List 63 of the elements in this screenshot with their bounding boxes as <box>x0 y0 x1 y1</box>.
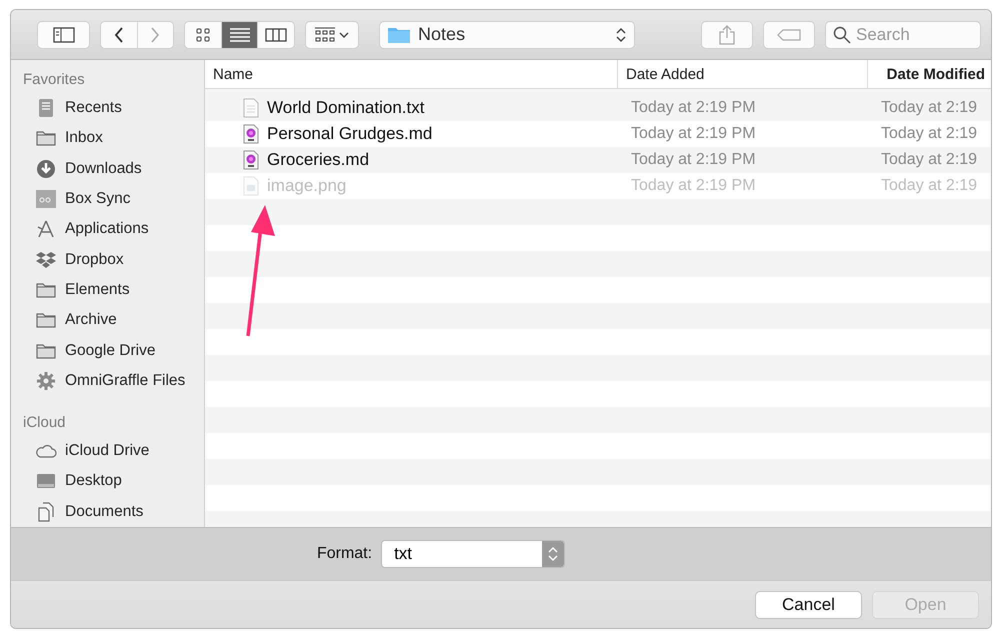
column-header[interactable]: Date Added <box>618 60 868 88</box>
sidebar-item[interactable]: Dropbox <box>23 244 204 275</box>
file-name[interactable]: Personal Grudges.md <box>267 124 432 144</box>
date-added: Today at 2:19 PM <box>630 177 757 195</box>
chevron-left-icon <box>114 26 124 42</box>
share-icon <box>718 24 735 44</box>
sidebar-icon <box>52 26 75 42</box>
image-document-icon <box>243 176 259 196</box>
sidebar-item[interactable]: Desktop <box>23 466 204 497</box>
chevron-right-icon <box>150 26 160 42</box>
location-popup[interactable]: Notes <box>379 20 635 48</box>
caret-icon <box>339 32 350 38</box>
file-name[interactable]: Groceries.md <box>267 150 370 170</box>
columns-icon <box>265 28 288 42</box>
document-icon <box>243 98 259 118</box>
sidebar-item[interactable]: OmniGraffle Files <box>23 366 204 396</box>
sidebar-item[interactable]: Downloads <box>23 154 204 184</box>
sidebar-item[interactable]: Documents <box>23 496 204 527</box>
view-mode-button[interactable] <box>222 22 258 48</box>
back-button[interactable] <box>101 22 138 48</box>
sidebar-item[interactable]: Google Drive <box>23 335 204 366</box>
date-modified: Today at 2:19 <box>880 125 978 143</box>
flower-document-icon <box>243 124 259 144</box>
cancel-button[interactable]: Cancel <box>755 590 862 618</box>
sidebar-item[interactable]: iCloud Drive <box>23 436 204 466</box>
date-added: Today at 2:19 PM <box>630 125 757 143</box>
date-modified: Today at 2:19 <box>880 99 978 117</box>
dropbox-icon <box>35 250 57 270</box>
folder-icon <box>388 26 410 43</box>
gear-icon <box>35 370 57 391</box>
sidebar-item[interactable]: Inbox <box>23 123 204 154</box>
sidebar-item[interactable]: Box Sync <box>23 184 204 214</box>
date-modified: Today at 2:19 <box>880 177 978 195</box>
file-name[interactable]: World Domination.txt <box>267 98 424 118</box>
column-header[interactable]: Name <box>205 60 618 88</box>
sidebar-section-title: iCloud <box>23 414 67 431</box>
flower-document-icon <box>243 150 259 170</box>
column-header[interactable]: Date Modified <box>868 60 991 88</box>
sidebar-item[interactable]: Elements <box>23 274 204 306</box>
square-icon <box>35 189 57 210</box>
grid-icon <box>196 28 210 42</box>
date-added: Today at 2:19 PM <box>630 99 757 117</box>
format-label: Format: <box>316 545 372 563</box>
sidebar-toggle-button[interactable] <box>37 20 90 48</box>
date-modified: Today at 2:19 <box>880 151 978 169</box>
sidebar-section-title: Favorites <box>23 71 86 88</box>
sidebar-item[interactable]: Applications <box>23 214 204 244</box>
download-icon <box>35 158 57 179</box>
arrange-button[interactable] <box>305 20 360 48</box>
sidebar-item[interactable]: Recents <box>23 93 204 124</box>
up-down-icon <box>616 26 626 42</box>
up-down-icon <box>548 546 558 562</box>
grid-icon <box>315 26 336 42</box>
sidebar-item[interactable]: Archive <box>23 305 204 336</box>
date-added: Today at 2:19 PM <box>630 151 757 169</box>
list-icon <box>230 28 250 42</box>
view-mode-button[interactable] <box>258 22 294 48</box>
view-mode-button[interactable] <box>185 22 222 48</box>
view-mode-control[interactable] <box>184 20 296 48</box>
search-field[interactable]: Search <box>825 20 981 48</box>
tag-icon <box>776 28 801 40</box>
search-icon <box>833 26 851 44</box>
format-popup[interactable]: txt <box>381 540 566 568</box>
